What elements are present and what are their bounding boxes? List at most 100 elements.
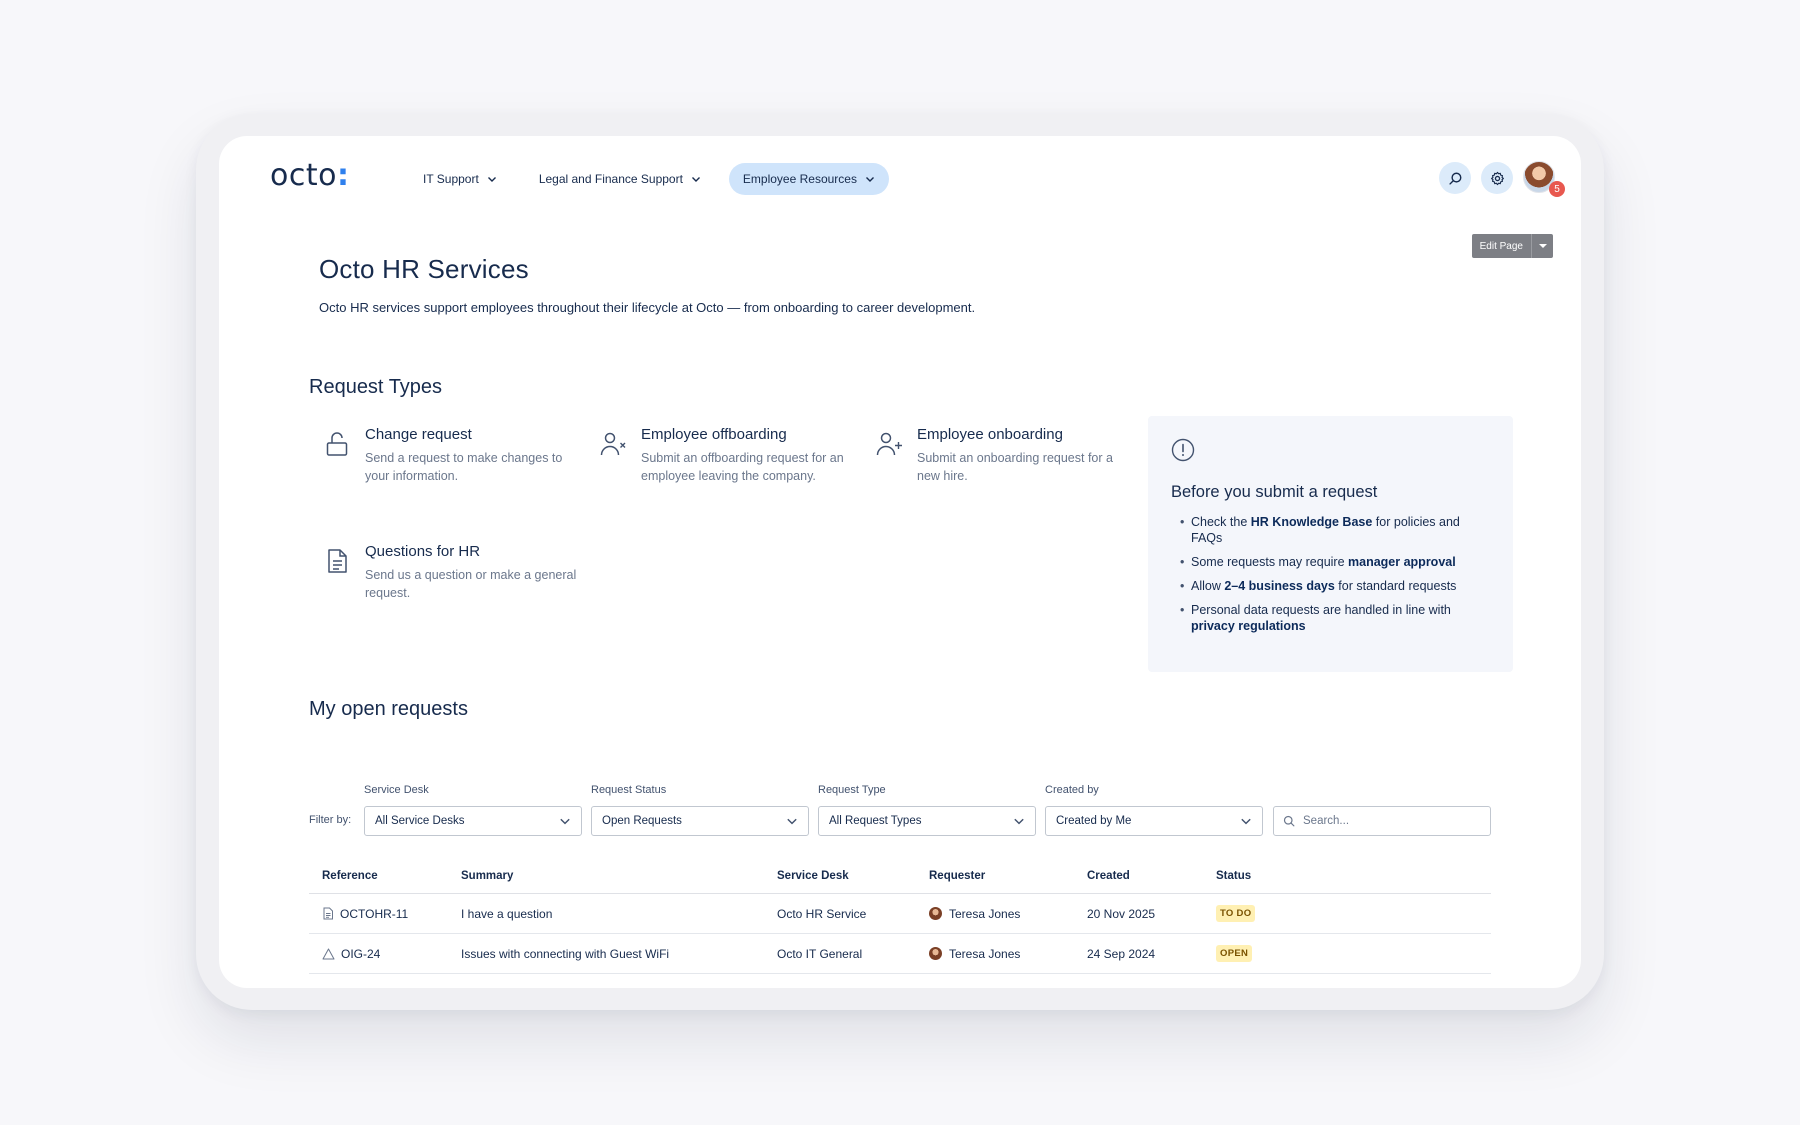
chevron-down-icon [691,177,700,182]
nav-item-label: IT Support [423,172,479,186]
request-type-title: Change request [365,426,472,443]
table-row[interactable]: OCTOHR-11 I have a question Octo HR Serv… [309,894,1491,934]
created-cell: 20 Nov 2025 [1087,906,1156,921]
created-by-select[interactable]: Created by Me [1045,806,1263,836]
nav-item-it-support[interactable]: IT Support [409,163,511,195]
info-item: Check the HR Knowledge Base for policies… [1171,514,1490,546]
request-type-select[interactable]: All Request Types [818,806,1036,836]
notification-badge: 5 [1549,181,1565,197]
reference-link[interactable]: OCTOHR-11 [340,907,408,921]
info-text: Allow [1191,579,1225,593]
avatar [929,947,942,960]
request-status-select[interactable]: Open Requests [591,806,809,836]
page-description: Octo HR services support employees throu… [319,300,976,315]
before-you-submit-panel: Before you submit a request Check the HR… [1148,416,1513,672]
info-item: Allow 2–4 business days for standard req… [1171,578,1490,594]
request-types-title: Request Types [309,376,443,398]
requester-cell: Teresa Jones [929,907,1087,921]
column-header-service-desk[interactable]: Service Desk [777,870,929,882]
user-add-icon [876,432,902,456]
request-type-description: Send a request to make changes to your i… [365,451,563,483]
filter-label-service-desk: Service Desk [364,784,429,796]
warning-icon [322,948,335,959]
status-cell: TO DO [1216,905,1416,922]
info-text: Check the [1191,515,1251,529]
edit-page-button[interactable]: Edit Page [1471,234,1531,258]
service-desk-cell: Octo IT General [777,946,863,961]
column-header-created[interactable]: Created [1087,870,1216,882]
select-value: Open Requests [602,815,682,827]
chevron-down-icon [487,177,496,182]
request-type-employee-onboarding[interactable]: Employee onboarding Submit an onboarding… [875,426,1135,485]
reference-link[interactable]: OIG-24 [341,947,380,961]
status-badge: OPEN [1216,945,1253,962]
edit-page-control: Edit Page [1471,234,1553,258]
chevron-down-icon [1014,818,1024,825]
chevron-down-icon [560,818,570,825]
brand-mark: : [336,158,350,193]
filter-by-label: Filter by: [309,814,352,826]
request-search-field[interactable] [1273,806,1491,836]
page-title: Octo HR Services [319,254,529,284]
summary-cell[interactable]: I have a question [461,907,777,921]
open-requests-table: Reference Summary Service Desk Requester… [309,858,1491,974]
select-value: All Service Desks [375,815,465,827]
column-header-status[interactable]: Status [1216,870,1416,882]
nav-item-label: Employee Resources [742,172,857,186]
search-button[interactable] [1439,162,1471,194]
nav-item-employee-resources[interactable]: Employee Resources [728,163,889,195]
column-header-reference[interactable]: Reference [309,870,461,882]
request-type-title: Employee offboarding [641,426,787,443]
service-desk-cell: Octo HR Service [777,906,867,921]
requester-name: Teresa Jones [949,906,1021,921]
info-text: for standard requests [1334,579,1457,593]
info-item: Personal data requests are handled in li… [1171,602,1490,634]
brand-logo[interactable]: octo: [270,158,349,193]
nav-item-legal-finance[interactable]: Legal and Finance Support [525,163,715,195]
select-value: All Request Types [829,815,922,827]
request-type-change-request[interactable]: Change request Send a request to make ch… [323,426,583,485]
request-type-questions-for-hr[interactable]: Questions for HR Send us a question or m… [323,543,583,602]
user-remove-icon [600,432,626,456]
request-type-description: Send us a question or make a general req… [365,568,577,600]
document-icon [328,549,347,573]
chevron-down-icon [865,177,874,182]
column-header-requester[interactable]: Requester [929,870,1087,882]
summary-cell[interactable]: Issues with connecting with Guest WiFi [461,947,777,961]
info-highlight: HR Knowledge Base [1250,515,1373,529]
requester-cell: Teresa Jones [929,947,1087,961]
request-type-title: Employee onboarding [917,426,1063,443]
gear-icon [1490,171,1504,185]
column-header-summary[interactable]: Summary [461,870,777,882]
open-requests-title: My open requests [309,698,468,720]
unlock-icon [326,432,348,456]
table-header-row: Reference Summary Service Desk Requester… [309,858,1491,894]
info-text: Personal data requests are handled in li… [1191,603,1451,617]
status-badge: TO DO [1216,905,1256,922]
search-icon [1283,815,1295,827]
user-avatar-button[interactable]: 5 [1523,161,1565,197]
edit-page-dropdown-button[interactable] [1531,234,1553,258]
service-desk-select[interactable]: All Service Desks [364,806,582,836]
info-alert-icon [1171,438,1195,462]
request-type-description: Submit an offboarding request for an emp… [641,451,844,483]
chevron-down-icon [787,818,797,825]
search-icon [1448,172,1461,185]
request-type-title: Questions for HR [365,543,481,560]
info-text: Some requests may require [1191,555,1349,569]
info-highlight: 2–4 business days [1224,579,1335,593]
reference-cell: OCTOHR-11 [309,907,461,921]
settings-button[interactable] [1481,162,1513,194]
request-type-employee-offboarding[interactable]: Employee offboarding Submit an offboardi… [599,426,859,485]
table-row[interactable]: OIG-24 Issues with connecting with Guest… [309,934,1491,974]
created-cell: 24 Sep 2024 [1087,946,1156,961]
avatar [929,907,942,920]
search-input[interactable] [1303,815,1473,827]
filter-label-request-type: Request Type [818,784,886,796]
info-panel-title: Before you submit a request [1171,483,1378,501]
app-screen: octo: IT Support Legal and Finance Suppo… [219,136,1581,988]
info-list: Check the HR Knowledge Base for policies… [1171,514,1490,634]
brand-name: octo [270,158,337,193]
request-type-description: Submit an onboarding request for a new h… [917,451,1113,483]
filter-label-created-by: Created by [1045,784,1099,796]
